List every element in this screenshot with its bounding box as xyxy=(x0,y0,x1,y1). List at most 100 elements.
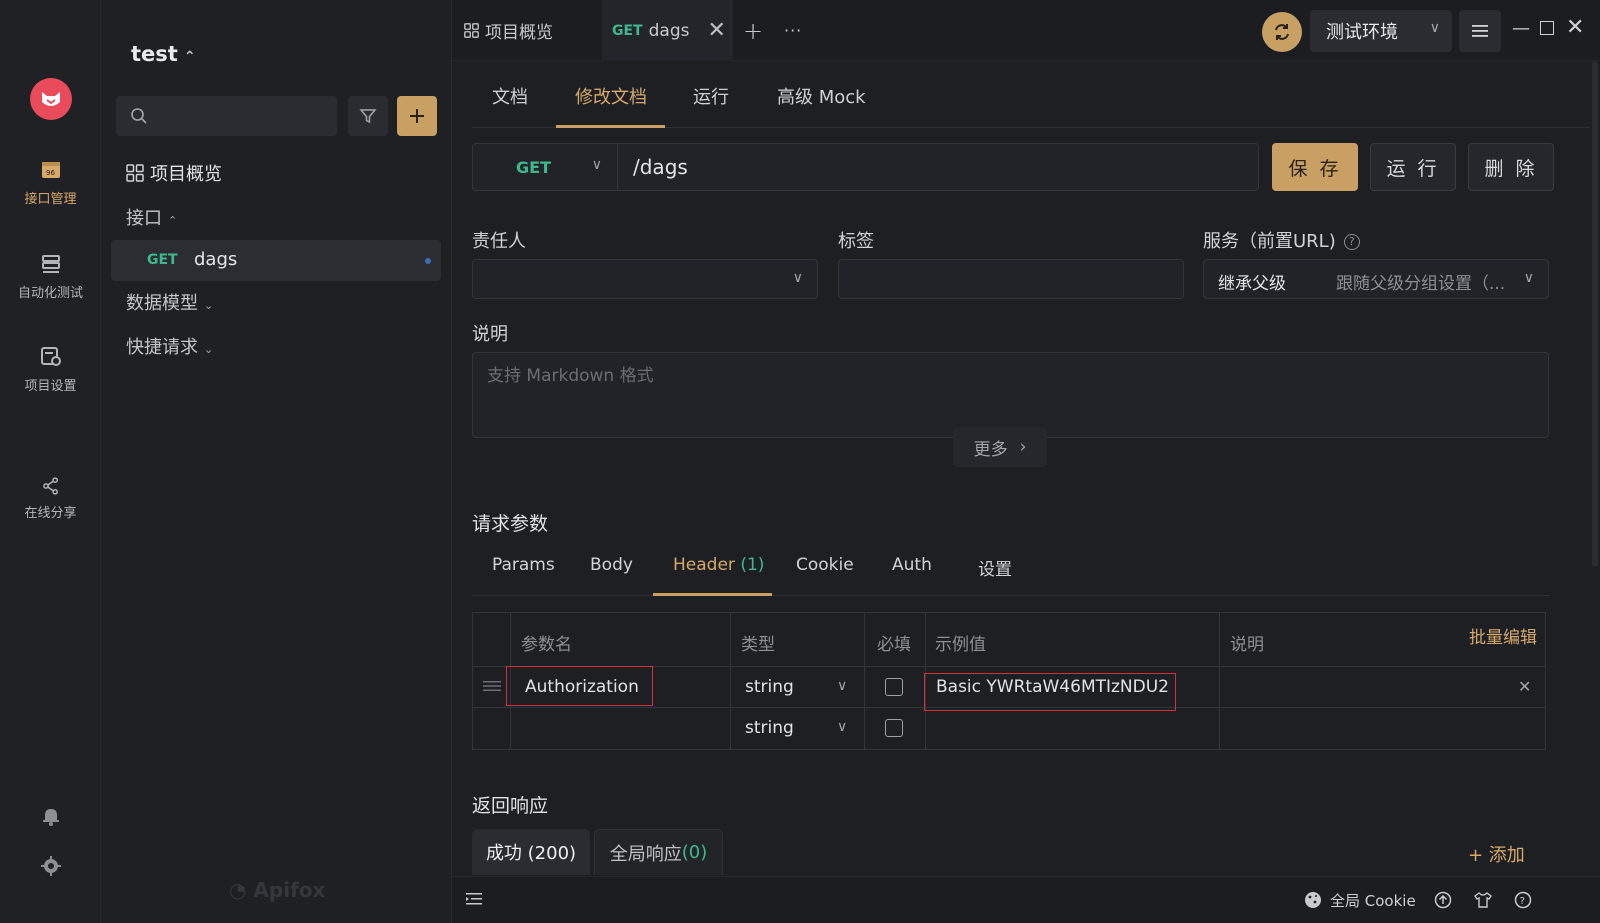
tab-header[interactable]: Header (1) xyxy=(673,555,764,575)
tab-run[interactable]: 运行 xyxy=(693,83,729,109)
cat-logo-icon xyxy=(42,92,60,106)
rail-item-project-settings[interactable]: 项目设置 xyxy=(0,345,101,394)
tree-group-interfaces[interactable]: 接口 ⌃ xyxy=(126,204,177,230)
method-select[interactable]: GET ∨ xyxy=(473,144,618,190)
minimize-icon[interactable]: — xyxy=(1512,18,1530,39)
chevron-updown-icon: ⌃ xyxy=(183,49,196,65)
help-icon[interactable]: ? xyxy=(1514,891,1532,909)
help-icon[interactable]: ? xyxy=(1343,234,1360,250)
project-switcher[interactable]: test ⌃ xyxy=(131,42,196,66)
save-button[interactable]: 保 存 xyxy=(1272,143,1358,191)
gear-icon[interactable] xyxy=(40,855,62,877)
tab-edit-docs[interactable]: 修改文档 xyxy=(575,83,647,109)
tab-project-overview[interactable]: 项目概览 xyxy=(454,0,594,61)
menu-button[interactable] xyxy=(1459,10,1501,52)
project-settings-icon xyxy=(40,347,61,366)
description-placeholder: 支持 Markdown 格式 xyxy=(487,366,654,386)
tab-success-200[interactable]: 成功 (200) xyxy=(472,829,590,875)
tab-docs[interactable]: 文档 xyxy=(492,83,528,109)
service-hint: 跟随父级分组设置（... xyxy=(1336,274,1506,294)
tab-global-response[interactable]: 全局响应 (0) xyxy=(594,829,723,875)
tab-label: 全局响应 xyxy=(609,843,682,865)
required-checkbox[interactable] xyxy=(885,719,903,737)
plus-icon: + xyxy=(743,16,764,45)
delete-button[interactable]: 删 除 xyxy=(1468,143,1554,191)
tab-advanced-mock[interactable]: 高级 Mock xyxy=(777,83,866,109)
maximize-icon[interactable] xyxy=(1540,21,1554,35)
chevron-up-icon: ⌃ xyxy=(168,214,178,227)
outline-toggle-icon[interactable] xyxy=(466,892,482,906)
doc-tabs: 文档 修改文档 运行 高级 Mock xyxy=(472,61,1590,128)
col-header-name: 参数名 xyxy=(521,635,572,655)
tree-group-data-models[interactable]: 数据模型 ⌄ xyxy=(126,289,213,315)
tab-label: dags xyxy=(648,20,690,41)
service-label-text: 服务（前置URL) xyxy=(1203,231,1336,252)
search-input[interactable] xyxy=(116,96,337,136)
api-management-icon: 96 xyxy=(41,162,60,178)
tab-auth[interactable]: Auth xyxy=(892,555,932,575)
tab-cookie[interactable]: Cookie xyxy=(796,555,854,575)
close-window-icon[interactable]: ✕ xyxy=(1566,15,1584,40)
method-badge: GET xyxy=(612,22,643,39)
brand-watermark: ◔ Apifox xyxy=(229,878,325,902)
scrollbar[interactable] xyxy=(1592,61,1598,567)
sync-button[interactable] xyxy=(1262,12,1302,52)
rail-item-api-management[interactable]: 96 接口管理 xyxy=(0,158,101,207)
chevron-down-icon: ∨ xyxy=(837,719,848,735)
more-button[interactable]: 更多 › xyxy=(953,427,1047,467)
service-select[interactable]: 继承父级 跟随父级分组设置（... ∨ xyxy=(1203,259,1549,299)
tab-settings[interactable]: 设置 xyxy=(978,555,1012,580)
tree-item-overview[interactable]: 项目概览 xyxy=(126,160,222,186)
tab-count: (0) xyxy=(681,842,708,863)
description-textarea[interactable]: 支持 Markdown 格式 xyxy=(472,352,1549,438)
upload-icon[interactable] xyxy=(1434,891,1452,909)
rail-label: 在线分享 xyxy=(24,506,77,521)
sync-icon xyxy=(1275,24,1289,40)
tab-label: 项目概览 xyxy=(485,23,553,43)
svg-text:96: 96 xyxy=(46,169,55,177)
tree-item-dags[interactable]: GET dags xyxy=(111,240,441,281)
chevron-down-icon: ⌄ xyxy=(204,299,214,312)
run-button[interactable]: 运 行 xyxy=(1370,143,1456,191)
add-response-button[interactable]: + 添加 xyxy=(1468,841,1525,867)
global-cookie-button[interactable]: 全局 Cookie xyxy=(1330,890,1416,911)
new-tab-button[interactable]: + xyxy=(743,0,763,61)
service-label: 服务（前置URL)? xyxy=(1203,227,1360,253)
active-tab-indicator xyxy=(653,593,772,596)
rail-label: 自动化测试 xyxy=(17,286,83,301)
bell-icon[interactable] xyxy=(40,805,62,827)
environment-value: 测试环境 xyxy=(1326,22,1398,43)
param-type-select[interactable]: string xyxy=(745,718,794,738)
batch-edit-link[interactable]: 批量编辑 xyxy=(1469,623,1537,648)
col-header-example: 示例值 xyxy=(935,635,986,655)
shirt-icon[interactable] xyxy=(1474,891,1492,909)
apifox-logo-icon: ◔ xyxy=(229,878,247,902)
add-button[interactable] xyxy=(397,96,437,136)
rail-item-share[interactable]: 在线分享 xyxy=(0,476,101,521)
rail-item-automation-test[interactable]: 自动化测试 xyxy=(0,252,101,301)
environment-select[interactable]: 测试环境 ∨ xyxy=(1310,10,1452,52)
description-label: 说明 xyxy=(472,324,508,345)
tree-group-quick-requests[interactable]: 快捷请求 ⌄ xyxy=(126,333,213,359)
path-input[interactable]: /dags xyxy=(633,155,688,179)
tags-input[interactable] xyxy=(838,259,1184,299)
plus-icon xyxy=(410,109,424,123)
chevron-right-icon: › xyxy=(1019,437,1027,457)
tab-dags[interactable]: GET dags ✕ xyxy=(602,0,733,61)
param-type-select[interactable]: string xyxy=(745,677,794,697)
method-badge: GET xyxy=(147,252,178,268)
filter-button[interactable] xyxy=(348,96,388,136)
tree-label: 快捷请求 xyxy=(126,337,198,358)
app-logo[interactable] xyxy=(30,78,72,120)
tab-params[interactable]: Params xyxy=(492,555,555,575)
tab-body[interactable]: Body xyxy=(590,555,633,575)
tree-label: 项目概览 xyxy=(150,164,222,185)
remove-row-icon[interactable]: ✕ xyxy=(1518,677,1531,696)
drag-handle-icon[interactable] xyxy=(483,680,501,692)
more-tabs-button[interactable]: ··· xyxy=(784,0,802,61)
close-icon[interactable]: ✕ xyxy=(707,18,725,43)
brand-name: Apifox xyxy=(253,878,326,902)
required-checkbox[interactable] xyxy=(885,678,903,696)
project-sidebar: test ⌃ 项目概览 接口 ⌃ GET dags 数据模型 ⌄ 快捷请求 ⌄ … xyxy=(101,0,452,923)
owner-select[interactable]: ∨ xyxy=(472,259,818,299)
